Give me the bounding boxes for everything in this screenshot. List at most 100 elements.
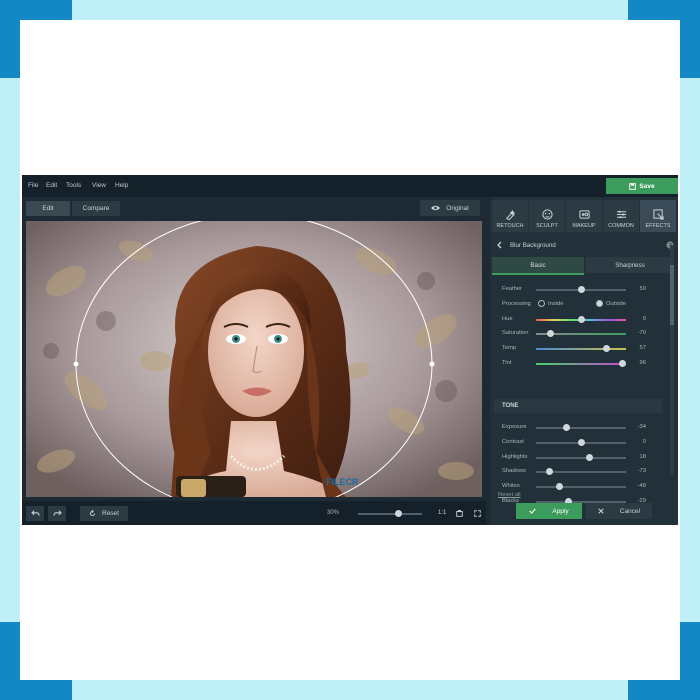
slider-knob[interactable]: [546, 330, 554, 338]
frame-corner-top-left-side: [0, 0, 20, 78]
panel-scrollbar-thumb[interactable]: [670, 265, 674, 325]
tab-sharpness-label: Sharpness: [615, 261, 645, 269]
slider-knob[interactable]: [545, 468, 553, 476]
effects-icon: [652, 209, 664, 220]
zoom-slider[interactable]: [358, 510, 422, 517]
tab-edit[interactable]: Edit: [26, 201, 70, 216]
close-icon: [598, 508, 604, 514]
radio-inside[interactable]: [538, 300, 545, 307]
slider-label: Tint: [502, 360, 512, 366]
slider-value: 0: [642, 315, 646, 322]
radio-outside[interactable]: [596, 300, 603, 307]
slider-label: Temp: [502, 345, 517, 352]
slider-track[interactable]: [536, 468, 626, 476]
tab-retouch[interactable]: RETOUCH: [492, 200, 528, 232]
sculpt-icon: [541, 209, 553, 220]
tab-basic-label: Basic: [530, 261, 546, 269]
original-label: Original: [446, 204, 469, 212]
slider-knob[interactable]: [578, 438, 585, 446]
panel-scrollbar[interactable]: [670, 245, 674, 475]
slider-label: Exposure: [502, 424, 527, 430]
makeup-icon: [578, 210, 590, 219]
slider-track[interactable]: [536, 483, 626, 491]
zoom-percent: 30%: [327, 510, 340, 516]
original-button[interactable]: Original: [420, 200, 480, 216]
tab-effects[interactable]: EFFECTS: [640, 200, 676, 232]
undo-button[interactable]: [26, 506, 44, 521]
processing-label: Processing: [502, 301, 531, 307]
slider-label: Saturation: [502, 330, 529, 337]
slider-track[interactable]: [536, 345, 626, 353]
menu-view[interactable]: View: [92, 182, 106, 189]
cancel-label: Cancel: [619, 507, 641, 515]
apply-button[interactable]: Apply: [516, 503, 582, 519]
tone-section-header: TONE: [494, 399, 662, 413]
slider-label: Contrast: [502, 438, 524, 445]
reset-all-label: Reset all: [498, 492, 521, 498]
slider-value: 18: [639, 453, 646, 460]
zoom-ratio[interactable]: 1:1: [438, 510, 446, 516]
tab-sculpt[interactable]: SCULPT: [529, 200, 565, 232]
slider-knob[interactable]: [578, 315, 585, 323]
slider-label: Shadows: [502, 468, 526, 475]
slider-value: 96: [639, 360, 646, 366]
menu-tools[interactable]: Tools: [66, 182, 81, 189]
menu-bar: File Edit Tools View Help Save: [22, 175, 678, 197]
reset-all-link[interactable]: Reset all: [498, 492, 521, 498]
slider-track[interactable]: [536, 315, 626, 323]
bottom-toolbar: Reset 30% 1:1: [22, 501, 486, 525]
slider-label: Feather: [502, 286, 522, 292]
fit-icon[interactable]: [456, 510, 463, 517]
slider-track[interactable]: [536, 453, 626, 461]
slider-value: -73: [637, 468, 646, 475]
effect-title: Blur Background: [510, 242, 556, 249]
photo-canvas[interactable]: FILECR: [26, 221, 482, 497]
slider-knob[interactable]: [556, 483, 564, 491]
portrait-photo: [26, 221, 482, 497]
slider-track[interactable]: [536, 286, 626, 293]
save-label: Save: [639, 182, 655, 190]
sliders-icon: [616, 210, 626, 219]
cancel-button[interactable]: Cancel: [586, 503, 652, 519]
tab-makeup[interactable]: MAKEUP: [566, 200, 602, 232]
view-toolbar: Edit Compare Original: [22, 197, 486, 219]
menu-help[interactable]: Help: [115, 182, 128, 189]
redo-icon: [52, 510, 62, 516]
back-chevron-icon[interactable]: [496, 241, 502, 249]
slider-track[interactable]: [536, 438, 626, 446]
redo-button[interactable]: [48, 506, 66, 521]
slider-value: 50: [639, 286, 646, 292]
menu-edit[interactable]: Edit: [46, 182, 57, 189]
frame-corner-top-right-side: [680, 0, 700, 78]
menu-file[interactable]: File: [28, 182, 38, 189]
slider-value: -34: [637, 424, 646, 430]
slider-track[interactable]: [536, 330, 626, 338]
check-icon: [529, 508, 537, 514]
zoom-slider-knob[interactable]: [394, 510, 402, 517]
tab-sharpness[interactable]: Sharpness: [586, 257, 674, 273]
retouch-icon: [505, 209, 515, 220]
slider-knob[interactable]: [603, 345, 611, 353]
slider-track[interactable]: [536, 424, 626, 431]
slider-knob[interactable]: [562, 424, 570, 431]
watermark-logo: FILECR: [326, 477, 359, 487]
tab-common[interactable]: COMMON: [603, 200, 639, 232]
slider-knob[interactable]: [578, 286, 585, 293]
outside-label: Outside: [606, 301, 626, 307]
slider-track[interactable]: [536, 360, 627, 367]
slider-label: Highlights: [502, 453, 528, 460]
tab-sculpt-label: SCULPT: [536, 223, 558, 229]
tab-compare[interactable]: Compare: [72, 201, 120, 216]
reset-label: Reset: [102, 510, 119, 517]
reset-button[interactable]: Reset: [80, 506, 128, 521]
tab-basic[interactable]: Basic: [492, 257, 584, 275]
photo-editor-window: File Edit Tools View Help Save Edit Comp…: [22, 175, 678, 525]
slider-value: -70: [637, 330, 646, 337]
slider-knob[interactable]: [586, 453, 594, 461]
save-button[interactable]: Save: [606, 178, 678, 194]
slider-value: 57: [639, 345, 646, 352]
fullscreen-icon[interactable]: [474, 510, 481, 517]
frame-corner-bottom-left-side: [0, 622, 20, 700]
effects-panel: RETOUCH SCULPT MAKEUP COMMON EFFECTS Blu…: [490, 197, 678, 525]
undo-icon: [30, 510, 40, 516]
